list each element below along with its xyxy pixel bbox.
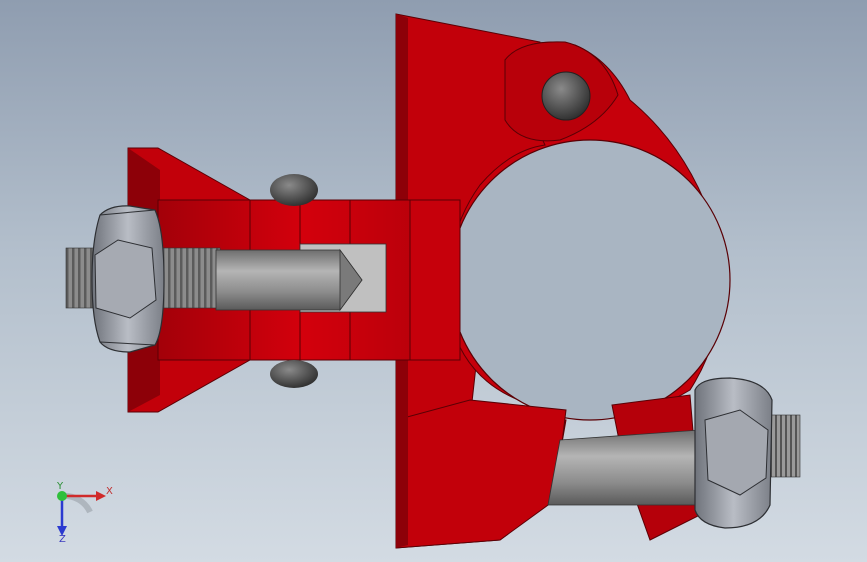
main-nut-face <box>94 239 157 319</box>
lower-nut-face <box>704 409 769 496</box>
y-axis-label: Y <box>56 482 64 492</box>
lower-bolt-shank <box>547 429 706 506</box>
clamp-bore <box>450 140 730 420</box>
hinge-pin <box>541 71 591 121</box>
y-axis-dot <box>57 491 67 501</box>
x-axis-arrowhead <box>96 491 106 501</box>
z-axis-label: Z <box>59 534 66 542</box>
clamp-3d-model[interactable] <box>0 0 867 562</box>
jaw-block-front <box>409 199 461 361</box>
rivet-bottom <box>270 360 318 388</box>
lower-jaw-left <box>395 399 567 549</box>
coordinate-triad: X Y Z <box>56 482 113 542</box>
x-axis-label: X <box>106 486 113 497</box>
rivet-top <box>270 174 318 206</box>
graphics-viewport[interactable]: X Y Z <box>0 0 867 562</box>
